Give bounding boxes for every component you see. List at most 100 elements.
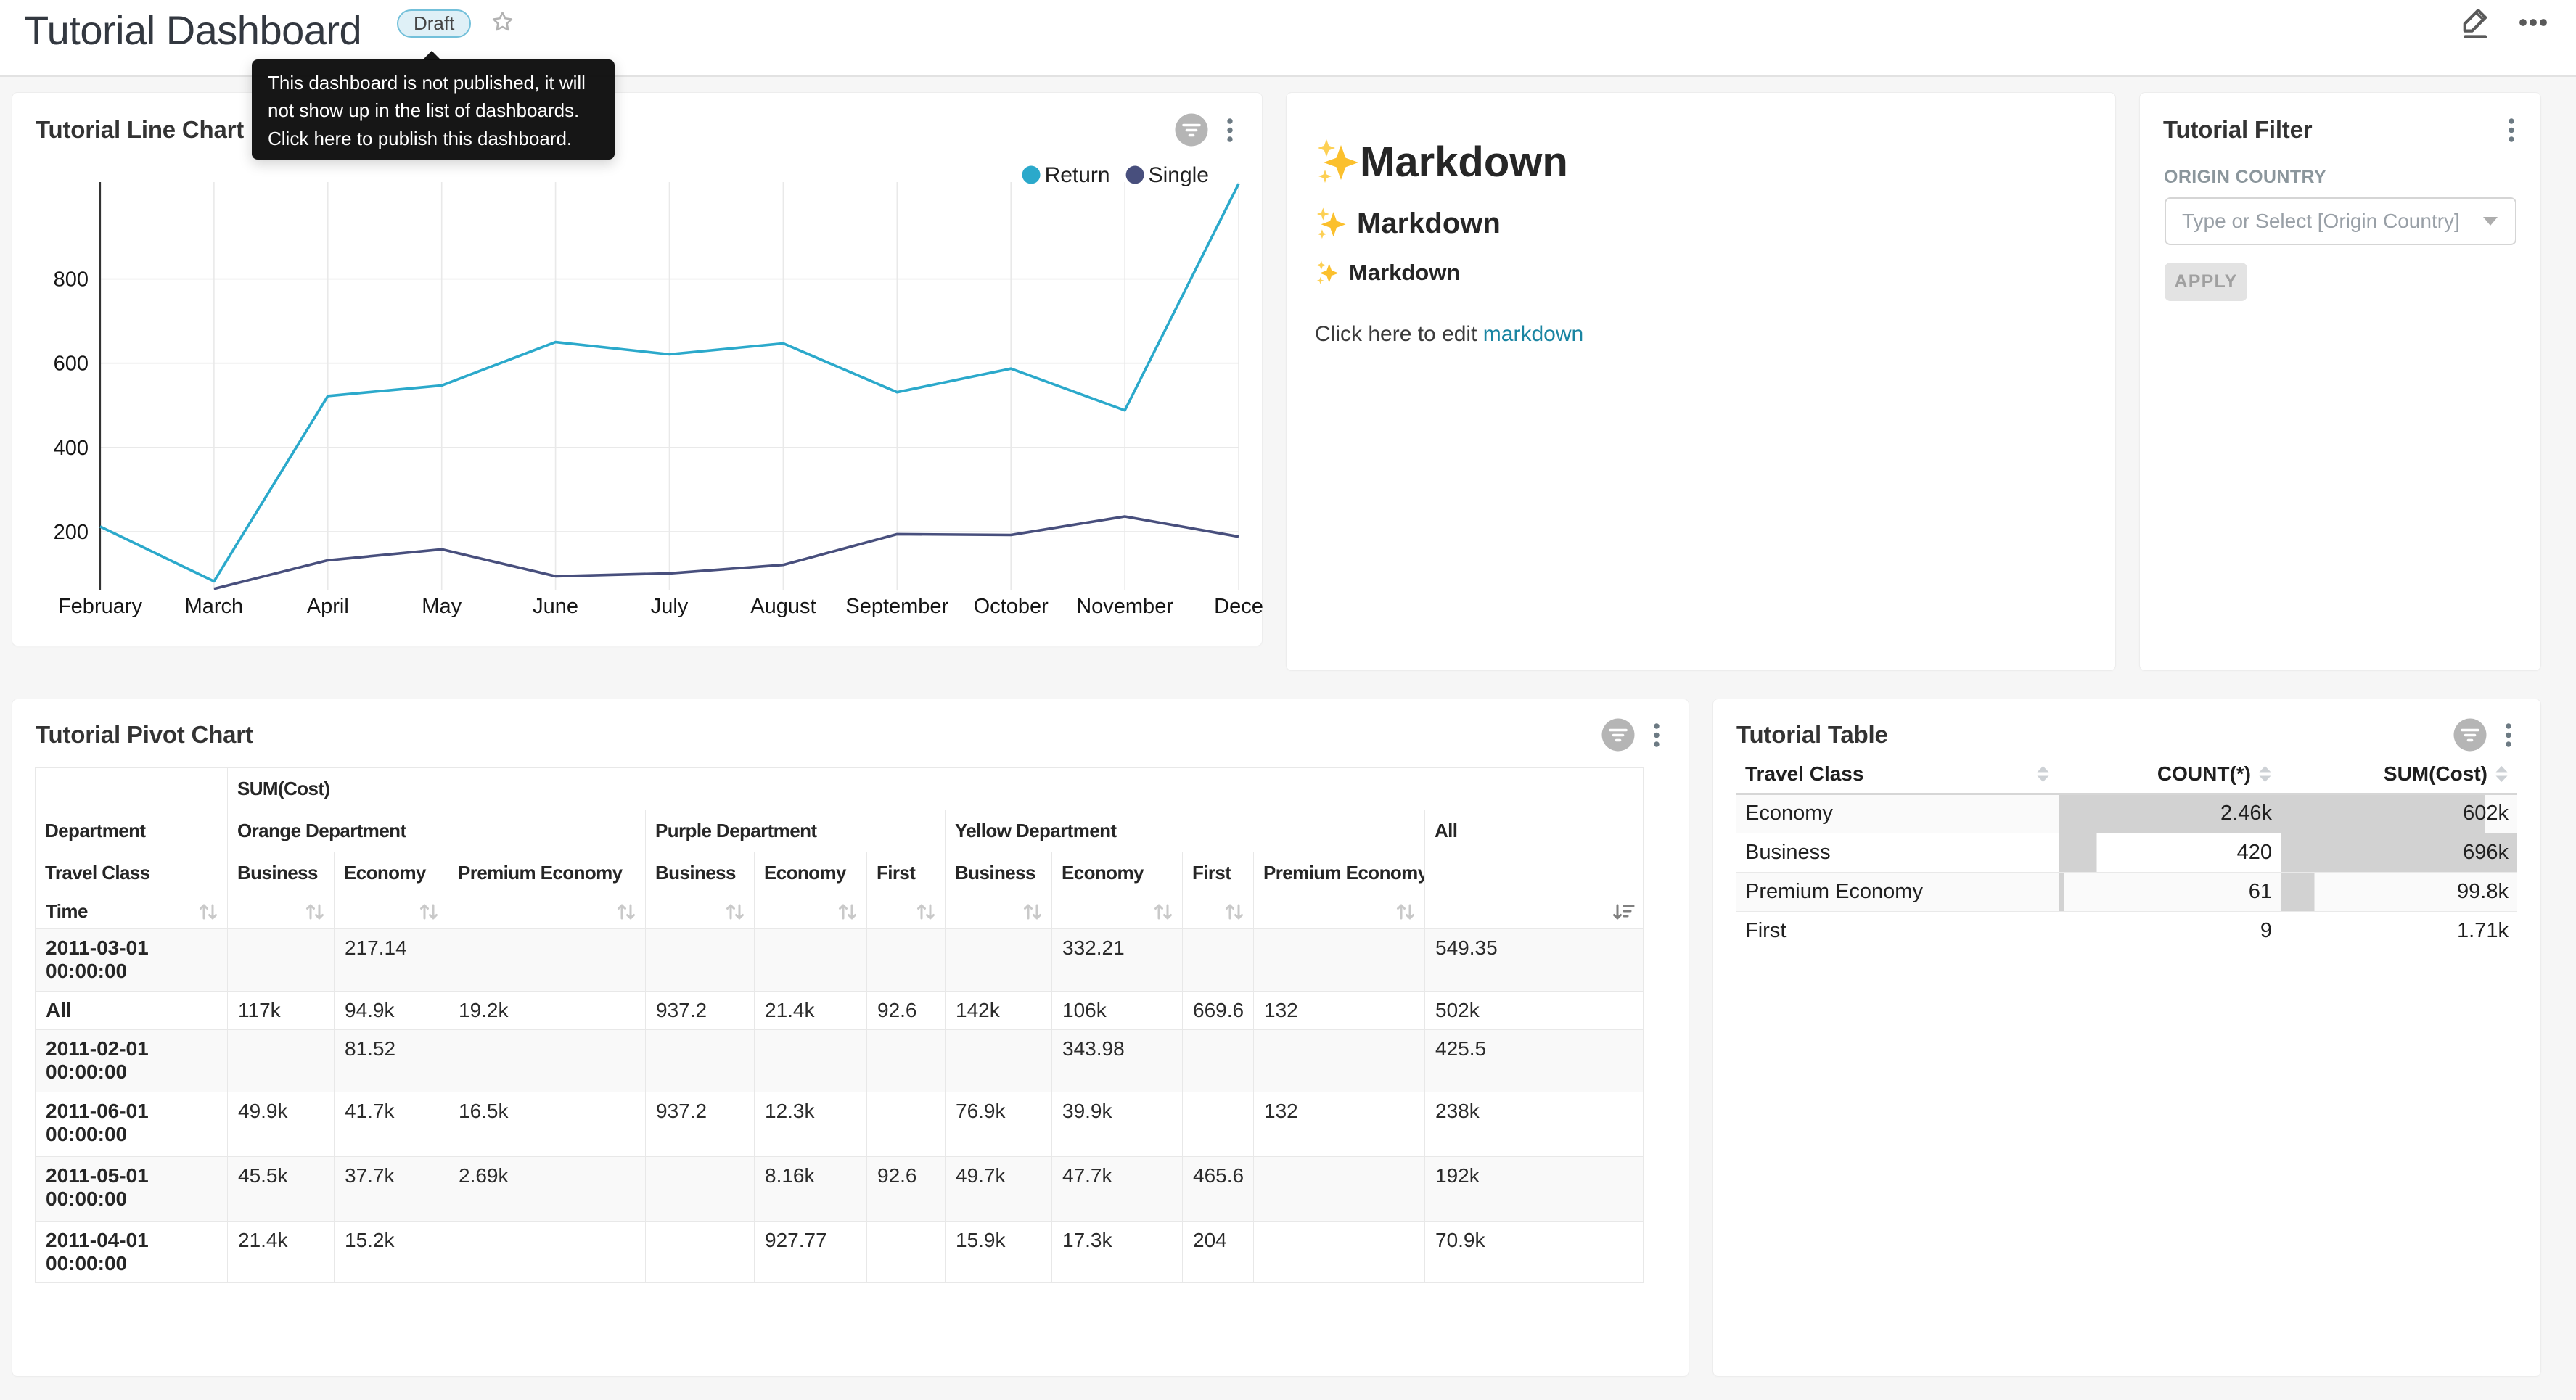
pivot-value-cell: 217.14 [335,929,448,992]
pivot-value-cell [1183,929,1254,992]
pivot-subcolumn-header: Economy [1052,852,1183,894]
pivot-value-cell: 117k [228,992,335,1030]
ttable-body: Economy2.46k602kBusiness420696kPremium E… [1736,794,2517,950]
y-tick-label: 200 [54,521,89,544]
pivot-value-cell [755,929,867,992]
cross-filter-badge-icon[interactable] [1601,718,1635,752]
sort-icon [723,900,747,923]
table-row: Business420696k [1736,833,2517,872]
markdown-card[interactable]: Markdown Markdown Markdown Click here to… [1286,92,2116,671]
markdown-h2-text: Markdown [1357,207,1501,240]
sort-icon [1223,900,1246,923]
pivot-column-sort[interactable] [946,894,1052,929]
pivot-row-key: 2011-02-01 00:00:00 [36,1030,228,1092]
cross-filter-badge-icon[interactable] [2453,718,2487,752]
pivot-subcolumn-header: Economy [755,852,867,894]
pivot-subcolumn-header: First [1183,852,1254,894]
cross-filter-badge-icon[interactable] [1175,113,1208,147]
pivot-value-cell [867,1030,946,1092]
pivot-column-sort[interactable] [1183,894,1254,929]
x-tick-label: November [1076,595,1173,618]
markdown-h1: Markdown [1315,136,2086,187]
pivot-value-cell: 502k [1425,992,1644,1030]
pivot-column-sort[interactable] [1254,894,1425,929]
pivot-table: SUM(Cost)DepartmentOrange DepartmentPurp… [35,767,1644,1283]
x-tick-label: August [750,595,816,618]
draft-status-badge[interactable]: Draft [397,9,471,38]
pivot-data-row: All117k94.9k19.2k937.221.4k92.6142k106k6… [36,992,1644,1030]
tooltip-line-1: This dashboard is not published, it will [268,69,599,96]
sort-icon [303,900,327,923]
pivot-column-sort[interactable] [335,894,448,929]
dashboard-menu-button[interactable] [2519,15,2547,30]
pivot-column-sort[interactable] [1425,894,1644,929]
pivot-subcolumn-header: Premium Economy [448,852,646,894]
table-cell-sum: 696k [2281,833,2517,872]
favorite-star-icon[interactable] [489,9,518,38]
pivot-value-cell: 8.16k [755,1157,867,1222]
x-tick-label: March [185,595,244,618]
pivot-data-row: 2011-03-01 00:00:00217.14332.21549.35 [36,929,1644,992]
pivot-value-cell: 669.6 [1183,992,1254,1030]
pivot-column-sort[interactable] [228,894,335,929]
pivot-department-header: Department [36,810,228,852]
x-tick-label: July [651,595,689,618]
pivot-travel-class-row: Travel ClassBusinessEconomyPremium Econo… [36,852,1644,894]
pivot-subcolumn-header: Business [946,852,1052,894]
travel-class-table: Travel ClassCOUNT(*)SUM(Cost) Economy2.4… [1736,755,2517,950]
pivot-value-cell: 92.6 [867,1157,946,1222]
table-column-header[interactable]: COUNT(*) [2059,755,2281,794]
pivot-subcolumn-header: Economy [335,852,448,894]
pivot-column-sort[interactable] [867,894,946,929]
pivot-subcolumn-header: Business [646,852,755,894]
pivot-value-cell [646,1157,755,1222]
table-column-header[interactable]: Travel Class [1736,755,2059,794]
apply-button[interactable]: APPLY [2165,263,2247,301]
table-column-header[interactable]: SUM(Cost) [2281,755,2517,794]
table-cell-travel-class: Premium Economy [1736,872,2059,911]
y-tick-label: 400 [54,437,89,460]
pivot-value-cell [646,1222,755,1283]
pivot-column-sort[interactable] [448,894,646,929]
column-sorter-icon [2258,765,2272,783]
dashboard-page: Tutorial Dashboard Draft [0,0,2576,1400]
pivot-value-cell: 19.2k [448,992,646,1030]
pivot-value-cell [867,1092,946,1157]
edit-dashboard-button[interactable] [2458,4,2492,41]
pivot-value-cell: 132 [1254,1092,1425,1157]
pivot-value-cell [867,1222,946,1283]
pivot-value-cell [1183,1092,1254,1157]
pivot-value-cell: 49.9k [228,1092,335,1157]
draft-tooltip: This dashboard is not published, it will… [252,59,615,160]
pivot-column-sort[interactable] [1052,894,1183,929]
series-line-single [214,516,1239,589]
filter-kebab-menu-icon[interactable] [2509,118,2514,142]
pivot-value-cell: 16.5k [448,1092,646,1157]
markdown-h2: Markdown [1315,203,2086,244]
chart-kebab-menu-icon[interactable] [1227,118,1233,142]
select-placeholder: Type or Select [Origin Country] [2182,210,2482,233]
pivot-column-sort[interactable] [646,894,755,929]
pivot-value-cell: 37.7k [335,1157,448,1222]
pivot-value-cell: 106k [1052,992,1183,1030]
origin-country-select[interactable]: Type or Select [Origin Country] [2165,197,2516,245]
markdown-paragraph-text: Click here to edit [1315,322,1483,346]
pivot-value-cell: 94.9k [335,992,448,1030]
x-tick-label: June [533,595,578,618]
pivot-value-cell [946,1030,1052,1092]
x-tick-label: September [845,595,948,618]
chart-kebab-menu-icon[interactable] [2506,723,2511,747]
markdown-edit-link[interactable]: markdown [1483,322,1583,346]
pivot-column-sort[interactable] [755,894,867,929]
pivot-value-cell: 41.7k [335,1092,448,1157]
table-cell-sum: 602k [2281,794,2517,833]
pivot-value-cell [448,1222,646,1283]
pivot-body: 2011-03-01 00:00:00217.14332.21549.35All… [36,929,1644,1283]
table-cell-sum: 1.71k [2281,911,2517,950]
pivot-value-cell: 81.52 [335,1030,448,1092]
table-card: Tutorial Table Travel ClassCOUNT(*)SUM(C… [1712,699,2541,1377]
pivot-card-title: Tutorial Pivot Chart [36,721,253,749]
sort-icon [836,900,859,923]
chart-kebab-menu-icon[interactable] [1654,723,1660,747]
pivot-sort-row: Time [36,894,1644,929]
